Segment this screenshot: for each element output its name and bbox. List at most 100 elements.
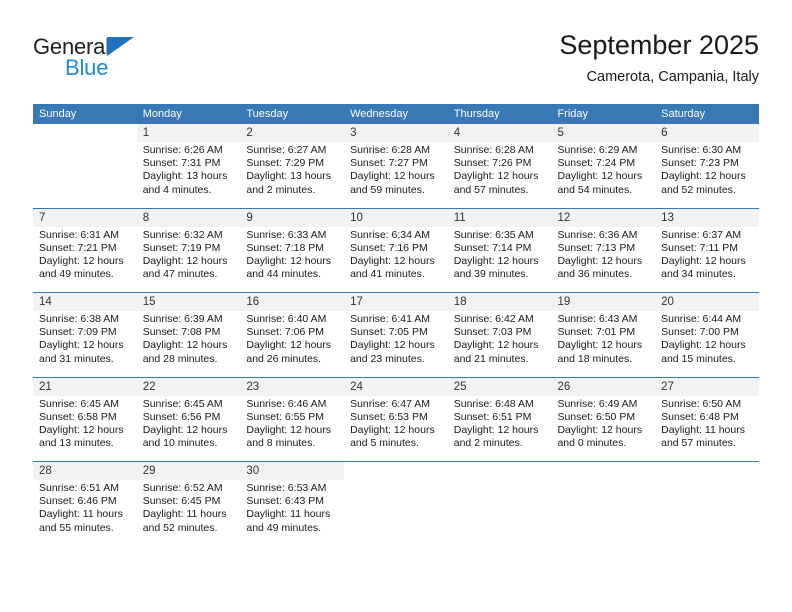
day-sunset-text: Sunset: 7:01 PM <box>557 326 636 339</box>
day-sunset-text: Sunset: 6:58 PM <box>39 410 117 423</box>
day-number[interactable]: 6 <box>655 124 759 142</box>
day-sunrise-text: Sunrise: 6:28 AM <box>453 144 534 156</box>
day-number[interactable]: 9 <box>240 207 345 227</box>
day-number[interactable]: 8 <box>136 207 241 227</box>
day-cell[interactable]: Sunrise: 6:28 AM Sunset: 7:26 PM Daylight:… <box>447 142 552 208</box>
page-title: September 2025 <box>559 30 759 60</box>
day-cell[interactable]: Sunrise: 6:42 AM Sunset: 7:03 PM Daylight:… <box>447 311 552 377</box>
day-sunset-text: Sunset: 6:56 PM <box>142 410 221 423</box>
day-number[interactable]: 10 <box>344 207 448 227</box>
day-cell[interactable]: Sunrise: 6:32 AM Sunset: 7:19 PM Daylight:… <box>136 226 241 293</box>
day-number[interactable]: 29 <box>136 461 241 480</box>
day-number[interactable]: 15 <box>136 292 241 311</box>
day-daylight1-text: Daylight: 12 hours <box>350 170 435 183</box>
empty-day-detail-cell <box>33 142 137 208</box>
weekday-header-sunday: Sunday <box>33 104 137 124</box>
day-cell[interactable]: Sunrise: 6:41 AM Sunset: 7:05 PM Daylight:… <box>344 311 448 377</box>
day-number[interactable]: 21 <box>33 376 137 396</box>
day-number[interactable]: 2 <box>240 124 345 142</box>
week-daynumber-row: 28 29 30 <box>33 461 759 480</box>
day-daylight2-text: and 18 minutes. <box>557 352 633 365</box>
day-number[interactable]: 16 <box>240 292 345 311</box>
day-cell[interactable]: Sunrise: 6:49 AM Sunset: 6:50 PM Daylight:… <box>551 395 656 462</box>
day-number[interactable]: 28 <box>33 461 137 480</box>
day-number[interactable]: 1 <box>136 124 241 142</box>
empty-day-detail-cell <box>551 480 656 546</box>
day-cell[interactable]: Sunrise: 6:43 AM Sunset: 7:01 PM Daylight:… <box>551 311 656 377</box>
day-cell[interactable]: Sunrise: 6:39 AM Sunset: 7:08 PM Daylight:… <box>136 311 241 377</box>
day-cell[interactable]: Sunrise: 6:35 AM Sunset: 7:14 PM Daylight:… <box>447 226 552 293</box>
day-number[interactable]: 11 <box>447 207 552 227</box>
day-daylight1-text: Daylight: 12 hours <box>39 254 124 267</box>
day-cell[interactable]: Sunrise: 6:29 AM Sunset: 7:24 PM Daylight:… <box>551 142 656 208</box>
day-cell[interactable]: Sunrise: 6:40 AM Sunset: 7:06 PM Daylight:… <box>240 311 345 377</box>
day-cell[interactable]: Sunrise: 6:44 AM Sunset: 7:00 PM Daylight:… <box>655 311 759 377</box>
day-cell[interactable]: Sunrise: 6:33 AM Sunset: 7:18 PM Daylight:… <box>240 226 345 293</box>
day-number[interactable]: 30 <box>240 461 345 480</box>
day-number[interactable]: 19 <box>551 292 656 311</box>
day-daylight2-text: and 39 minutes. <box>453 268 529 281</box>
day-number[interactable]: 18 <box>447 292 552 311</box>
day-cell[interactable]: Sunrise: 6:34 AM Sunset: 7:16 PM Daylight:… <box>344 226 448 293</box>
day-sunrise-text: Sunrise: 6:32 AM <box>142 228 223 241</box>
day-cell[interactable]: Sunrise: 6:45 AM Sunset: 6:56 PM Daylight:… <box>136 395 241 462</box>
day-sunset-text: Sunset: 7:19 PM <box>142 241 221 254</box>
day-cell[interactable]: Sunrise: 6:30 AM Sunset: 7:23 PM Daylight:… <box>655 142 759 208</box>
day-cell[interactable]: Sunrise: 6:53 AM Sunset: 6:43 PM Daylight:… <box>240 480 345 546</box>
day-daylight2-text: and 57 minutes. <box>453 183 529 196</box>
day-daylight2-text: and 49 minutes. <box>39 268 114 281</box>
day-cell[interactable]: Sunrise: 6:48 AM Sunset: 6:51 PM Daylight:… <box>447 395 552 462</box>
week-detail-row: Sunrise: 6:45 AM Sunset: 6:58 PM Daylight:… <box>33 395 759 462</box>
day-number[interactable]: 13 <box>655 207 759 227</box>
day-sunset-text: Sunset: 7:09 PM <box>39 326 117 339</box>
page-subtitle: Camerota, Campania, Italy <box>586 69 759 85</box>
day-cell[interactable]: Sunrise: 6:45 AM Sunset: 6:58 PM Daylight:… <box>33 395 137 462</box>
day-cell[interactable]: Sunrise: 6:37 AM Sunset: 7:11 PM Daylight:… <box>655 226 759 293</box>
day-number[interactable]: 5 <box>551 124 656 142</box>
day-cell[interactable]: Sunrise: 6:26 AM Sunset: 7:31 PM Daylight:… <box>136 142 241 208</box>
day-cell[interactable]: Sunrise: 6:28 AM Sunset: 7:27 PM Daylight:… <box>344 142 448 208</box>
day-daylight2-text: and 10 minutes. <box>142 437 218 450</box>
day-number[interactable]: 22 <box>136 376 241 396</box>
day-cell[interactable]: Sunrise: 6:47 AM Sunset: 6:53 PM Daylight:… <box>344 395 448 462</box>
day-sunset-text: Sunset: 7:18 PM <box>246 241 325 254</box>
day-number[interactable]: 7 <box>33 207 137 227</box>
day-sunrise-text: Sunrise: 6:41 AM <box>350 313 431 325</box>
empty-day-detail-cell <box>655 480 759 546</box>
weekday-header-saturday: Saturday <box>655 104 759 124</box>
day-number[interactable]: 24 <box>344 376 448 396</box>
day-sunrise-text: Sunrise: 6:45 AM <box>142 397 223 410</box>
day-number[interactable]: 4 <box>447 124 552 142</box>
day-number[interactable]: 20 <box>655 292 759 311</box>
week-detail-row: Sunrise: 6:26 AM Sunset: 7:31 PM Daylight:… <box>33 142 759 208</box>
day-cell[interactable]: Sunrise: 6:52 AM Sunset: 6:45 PM Daylight:… <box>136 480 241 546</box>
day-cell[interactable]: Sunrise: 6:46 AM Sunset: 6:55 PM Daylight:… <box>240 395 345 462</box>
week-detail-row: Sunrise: 6:51 AM Sunset: 6:46 PM Daylight:… <box>33 480 759 546</box>
day-sunrise-text: Sunrise: 6:34 AM <box>350 228 431 241</box>
day-cell[interactable]: Sunrise: 6:36 AM Sunset: 7:13 PM Daylight:… <box>551 226 656 293</box>
day-number[interactable]: 25 <box>447 376 552 396</box>
day-daylight1-text: Daylight: 12 hours <box>557 423 643 436</box>
general-blue-logo[interactable]: General Blue <box>33 34 213 90</box>
day-number[interactable]: 23 <box>240 376 345 396</box>
day-number[interactable]: 3 <box>344 124 448 142</box>
day-number[interactable]: 12 <box>551 207 656 227</box>
day-number[interactable]: 26 <box>551 376 656 396</box>
day-cell[interactable]: Sunrise: 6:51 AM Sunset: 6:46 PM Daylight:… <box>33 480 137 546</box>
day-daylight2-text: and 52 minutes. <box>142 521 218 534</box>
day-number[interactable]: 17 <box>344 292 448 311</box>
day-cell[interactable]: Sunrise: 6:38 AM Sunset: 7:09 PM Daylight:… <box>33 311 137 377</box>
day-sunrise-text: Sunrise: 6:42 AM <box>453 313 534 325</box>
day-number[interactable]: 14 <box>33 292 137 311</box>
day-daylight2-text: and 52 minutes. <box>661 183 736 196</box>
day-cell[interactable]: Sunrise: 6:31 AM Sunset: 7:21 PM Daylight:… <box>33 226 137 293</box>
logo-text-blue: Blue <box>65 55 109 80</box>
day-cell[interactable]: Sunrise: 6:50 AM Sunset: 6:48 PM Daylight:… <box>655 395 759 462</box>
day-daylight2-text: and 8 minutes. <box>246 437 316 450</box>
day-cell[interactable]: Sunrise: 6:27 AM Sunset: 7:29 PM Daylight:… <box>240 142 345 208</box>
day-daylight1-text: Daylight: 11 hours <box>39 508 123 521</box>
week-daynumber-row: 14 15 16 17 18 19 20 <box>33 292 759 311</box>
day-number[interactable]: 27 <box>655 376 759 396</box>
day-daylight1-text: Daylight: 12 hours <box>453 339 539 352</box>
day-daylight1-text: Daylight: 13 hours <box>246 170 332 183</box>
